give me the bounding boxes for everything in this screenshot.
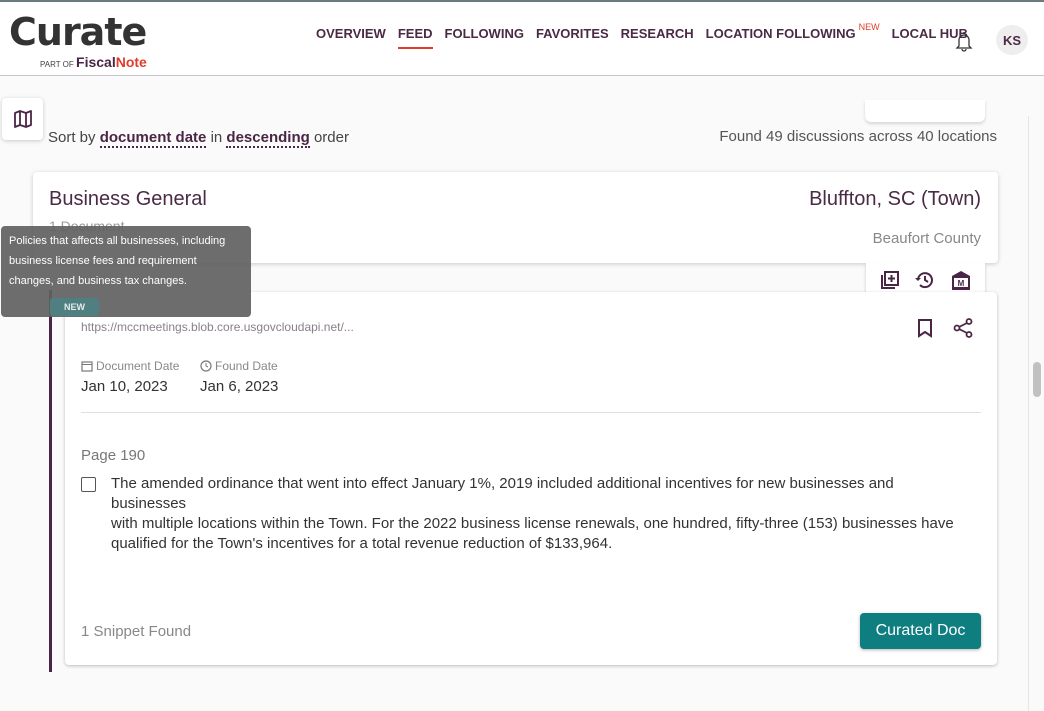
nav-research[interactable]: RESEARCH (621, 26, 694, 47)
municipality-icon[interactable]: M (950, 269, 972, 291)
document-date: Jan 10, 2023 (81, 378, 168, 395)
map-toggle-button[interactable] (2, 98, 43, 140)
svg-text:M: M (958, 279, 965, 288)
nav-feed[interactable]: FEED (397, 26, 433, 49)
bell-icon[interactable] (954, 30, 974, 52)
timeline-bar (49, 290, 52, 672)
clock-icon (200, 360, 212, 372)
user-avatar[interactable]: KS (996, 25, 1028, 55)
divider (81, 412, 981, 413)
sort-control: Sort by document date in descending orde… (48, 129, 349, 148)
results-count: Found 49 discussions across 40 locations (719, 128, 997, 145)
nav-following[interactable]: FOLLOWING (445, 26, 524, 47)
scrollbar-thumb[interactable] (1033, 362, 1041, 397)
page-number: Page 190 (81, 447, 146, 464)
county-name: Beaufort County (872, 230, 981, 247)
snippet-text: The amended ordinance that went into eff… (111, 475, 954, 552)
new-badge: NEW (858, 22, 880, 32)
nav-location-following[interactable]: LOCATION FOLLOWING NEW (706, 22, 880, 47)
document-url-link[interactable]: https://mccmeetings.blob.core.usgovcloud… (81, 320, 354, 334)
bookmark-icon[interactable] (915, 318, 935, 338)
snippet-checkbox[interactable] (81, 477, 96, 492)
scrollbar[interactable] (1028, 116, 1044, 711)
app-header: Curate PART OF FiscalNote OVERVIEW FEED … (0, 0, 1044, 76)
nav-overview[interactable]: OVERVIEW (316, 26, 386, 47)
topic-title[interactable]: Business General (49, 188, 207, 211)
add-to-library-icon[interactable] (879, 269, 901, 291)
snippet-count: 1 Snippet Found (81, 623, 192, 640)
found-date: Jan 6, 2023 (200, 378, 279, 395)
map-icon (13, 110, 32, 128)
curated-doc-button[interactable]: Curated Doc (860, 613, 981, 649)
previous-card-tray (865, 100, 985, 122)
location-name[interactable]: Bluffton, SC (Town) (809, 188, 981, 211)
document-card: https://mccmeetings.blob.core.usgovcloud… (65, 292, 997, 665)
history-icon[interactable] (914, 269, 936, 291)
sort-order-select[interactable]: descending (226, 129, 310, 148)
new-badge: NEW (50, 298, 99, 316)
topic-tooltip: Policies that affects all businesses, in… (1, 226, 251, 317)
calendar-icon (81, 361, 93, 372)
sort-field-select[interactable]: document date (99, 129, 207, 148)
nav-favorites[interactable]: FAVORITES (536, 26, 609, 47)
curate-logo[interactable]: Curate PART OF FiscalNote (9, 12, 147, 70)
share-icon[interactable] (953, 318, 973, 338)
main-nav: OVERVIEW FEED FOLLOWING FAVORITES RESEAR… (316, 22, 980, 49)
